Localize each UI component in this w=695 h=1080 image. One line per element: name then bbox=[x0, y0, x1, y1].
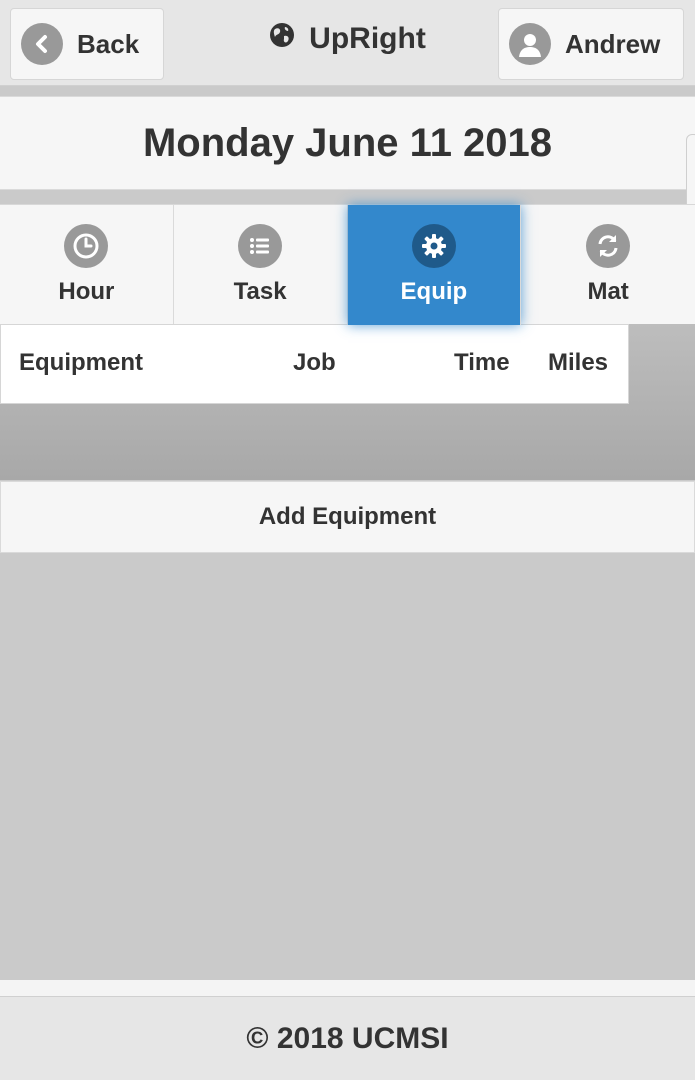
tab-task[interactable]: Task bbox=[174, 205, 348, 325]
clock-icon bbox=[64, 224, 109, 268]
tab-mat-label: Mat bbox=[587, 278, 629, 305]
add-equipment-button[interactable]: Add Equipment bbox=[0, 481, 695, 553]
user-icon bbox=[509, 23, 551, 65]
tab-equip[interactable]: Equip bbox=[347, 205, 522, 325]
globe-icon bbox=[269, 22, 295, 56]
tab-bar: Hour Task Equip Mat bbox=[0, 204, 695, 325]
tab-hour[interactable]: Hour bbox=[0, 205, 174, 325]
refresh-icon bbox=[586, 224, 631, 268]
footer: © 2018 UCMSI bbox=[0, 996, 695, 1080]
app-title-text: UpRight bbox=[309, 22, 426, 55]
tab-equip-label: Equip bbox=[400, 278, 468, 305]
tab-mat[interactable]: Mat bbox=[521, 205, 695, 325]
column-header-equipment: Equipment bbox=[19, 349, 143, 376]
add-equipment-label: Add Equipment bbox=[258, 503, 437, 530]
date-text: Monday June 11 2018 bbox=[142, 120, 553, 165]
user-button-label: Andrew bbox=[565, 28, 661, 59]
column-header-miles: Miles bbox=[548, 349, 609, 376]
tab-task-label: Task bbox=[233, 278, 287, 305]
list-icon bbox=[238, 224, 283, 268]
copyright-text: © 2018 UCMSI bbox=[246, 1021, 449, 1055]
gear-icon bbox=[411, 224, 456, 268]
date-heading: Monday June 11 2018 bbox=[0, 96, 695, 190]
app-page: Back UpRight Andrew Monday June 11 2018 … bbox=[0, 0, 695, 1080]
column-header-job: Job bbox=[293, 349, 336, 376]
column-header-time: Time bbox=[454, 349, 510, 376]
footer-divider bbox=[0, 980, 695, 996]
table-header-row: Equipment Job Time Miles bbox=[0, 324, 629, 404]
user-button[interactable]: Andrew bbox=[498, 8, 684, 80]
equipment-table: Equipment Job Time Miles bbox=[0, 324, 695, 480]
tab-hour-label: Hour bbox=[58, 278, 115, 305]
header-bar: Back UpRight Andrew bbox=[0, 0, 695, 86]
